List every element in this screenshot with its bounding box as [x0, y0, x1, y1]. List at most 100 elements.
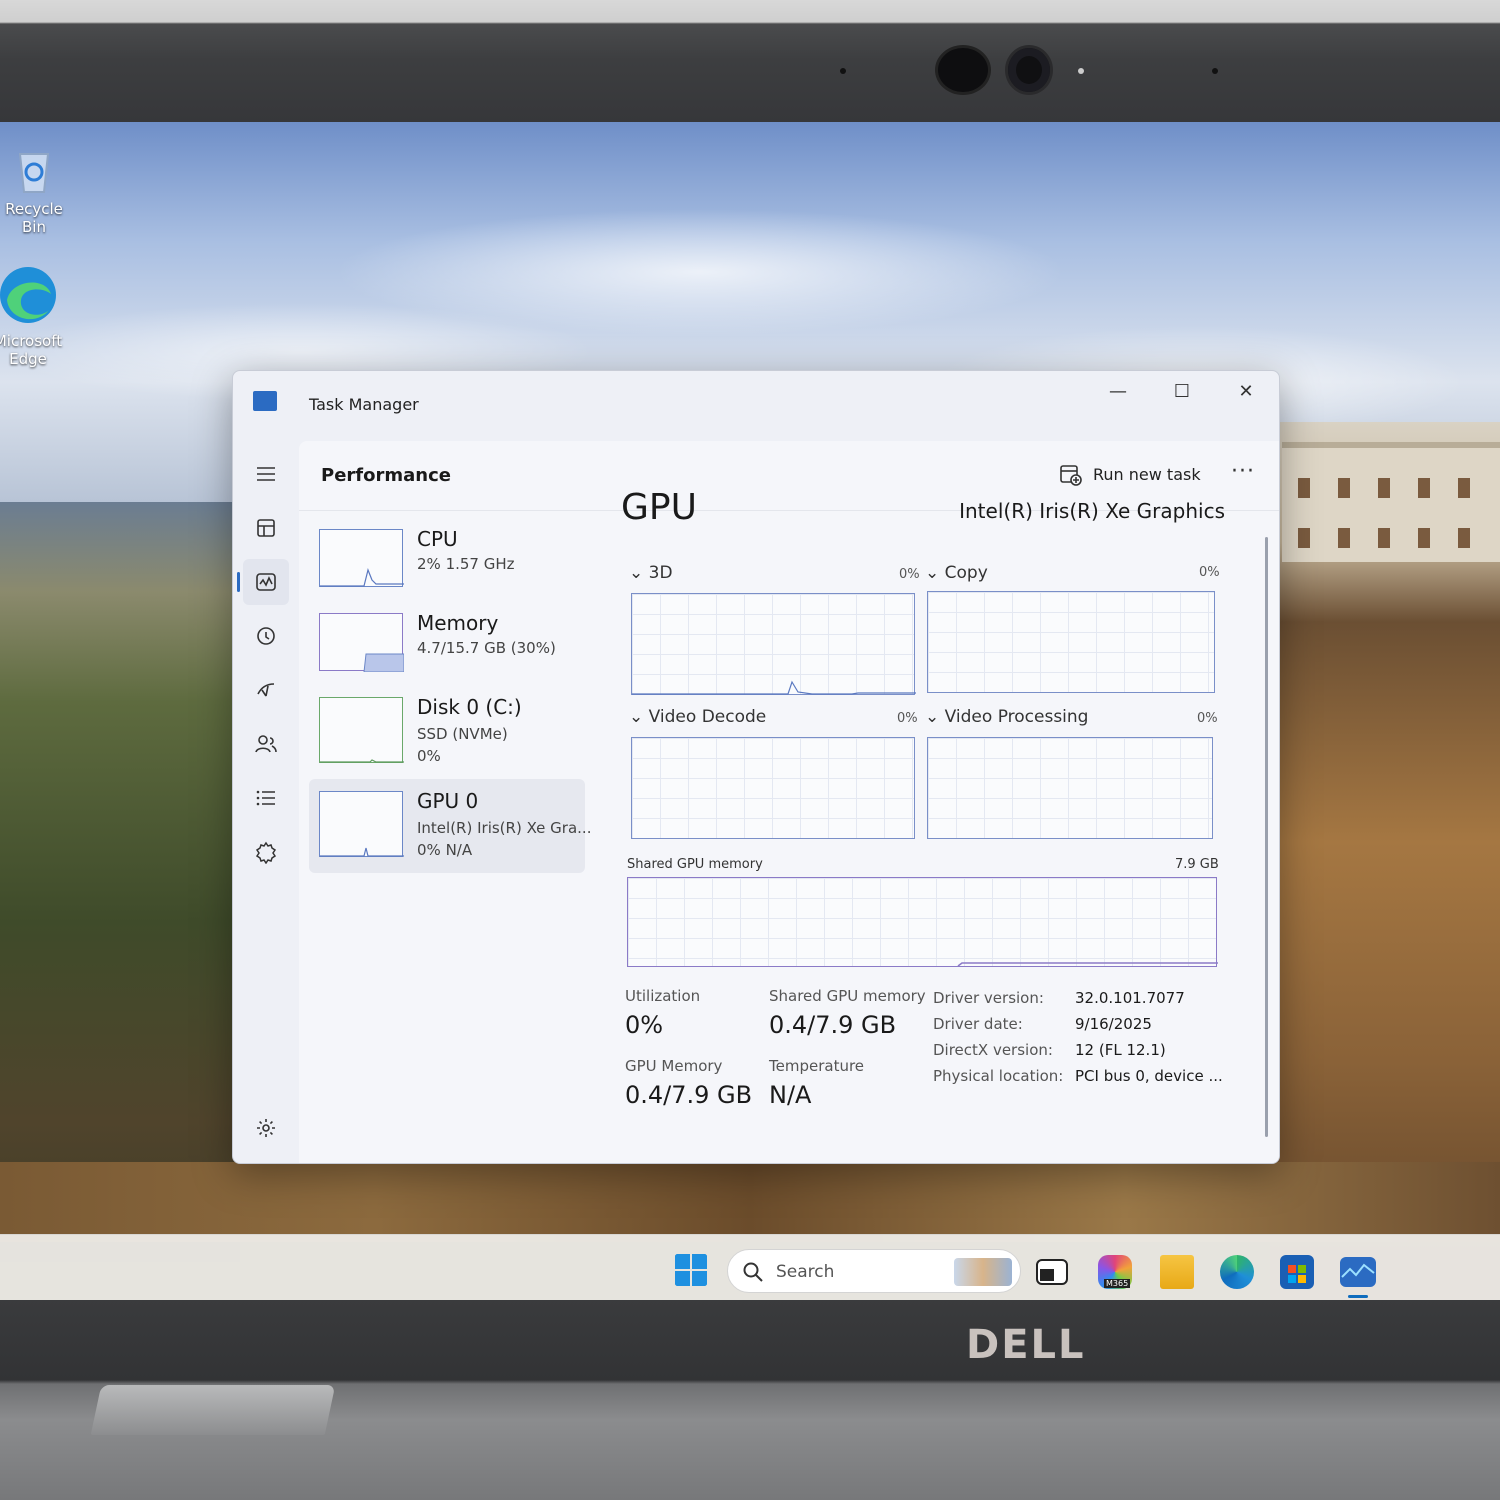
services-icon: [255, 841, 277, 864]
shared-memory-value: 0.4/7.9 GB: [769, 1011, 897, 1039]
engine-label: Video Decode: [648, 707, 767, 727]
physical-location-key: Physical location:: [933, 1067, 1064, 1085]
edge-icon[interactable]: [1220, 1255, 1254, 1289]
desktop-screen: Recycle Bin Microsoft Edge Task Manager …: [0, 122, 1500, 1304]
engine-pct: 0%: [1199, 565, 1220, 580]
gpu-memory-value: 0.4/7.9 GB: [625, 1081, 753, 1109]
m365-badge: M365: [1104, 1279, 1131, 1288]
laptop-hinge: [90, 1385, 336, 1435]
driver-version-key: Driver version:: [933, 989, 1044, 1007]
engine-selector-copy[interactable]: ⌄ Copy: [925, 563, 988, 583]
memory-mini-graph: [319, 613, 405, 673]
maximize-button[interactable]: ☐: [1159, 377, 1205, 407]
window-title: Task Manager: [309, 395, 419, 414]
search-icon: [743, 1262, 763, 1282]
store-icon[interactable]: [1280, 1255, 1314, 1289]
gpu-model-name: Intel(R) Iris(R) Xe Graphics: [959, 499, 1225, 523]
edge-icon: [0, 267, 56, 323]
device-item-disk[interactable]: Disk 0 (C:) SSD (NVMe) 0%: [309, 691, 585, 781]
nav-processes[interactable]: [243, 505, 289, 551]
nav-settings[interactable]: [243, 1105, 289, 1151]
driver-version-value: 32.0.101.7077: [1075, 989, 1185, 1007]
start-icon[interactable]: [674, 1253, 708, 1287]
graph-video-decode: [631, 737, 915, 839]
file-explorer-icon[interactable]: [1160, 1255, 1194, 1289]
wallpaper-hills: [0, 502, 240, 1262]
scrollbar[interactable]: [1265, 537, 1268, 1137]
task-manager-icon[interactable]: [1340, 1257, 1376, 1287]
nav-startup-apps[interactable]: [243, 667, 289, 713]
nav-users[interactable]: [243, 721, 289, 767]
sensor-dot: [840, 68, 846, 74]
directx-version-key: DirectX version:: [933, 1041, 1053, 1059]
device-item-memory[interactable]: Memory 4.7/15.7 GB (30%): [309, 607, 585, 697]
engine-label: Copy: [944, 563, 988, 583]
details-icon: [256, 790, 275, 806]
directx-version-value: 12 (FL 12.1): [1075, 1041, 1166, 1059]
search-highlight-image: [954, 1258, 1012, 1286]
chevron-down-icon: ⌄: [629, 563, 644, 583]
menu-button[interactable]: [243, 451, 289, 497]
graph-shared-gpu-memory: [627, 877, 1218, 967]
users-icon: [255, 735, 277, 753]
graph-3d: [631, 593, 916, 695]
nav-details[interactable]: [243, 775, 289, 821]
page-title: Performance: [321, 465, 451, 486]
wallpaper-rocks: [0, 1162, 1500, 1242]
graph-video-processing: [927, 737, 1213, 839]
webcam-icon: [1008, 48, 1050, 92]
dell-logo: DELL: [966, 1322, 1086, 1368]
nav-services[interactable]: [243, 829, 289, 875]
temperature-value: N/A: [769, 1081, 812, 1109]
performance-page: Performance Run new task ··· CPU 2% 1.57…: [299, 441, 1279, 1163]
desktop-icon-label: Recycle Bin: [5, 200, 63, 236]
title-bar[interactable]: Task Manager — ☐ ✕: [233, 371, 1279, 441]
nav-app-history[interactable]: [243, 613, 289, 659]
engine-pct: 0%: [1197, 711, 1218, 726]
device-name: GPU 0: [417, 789, 479, 813]
engine-pct: 0%: [899, 567, 920, 582]
taskbar: Search M365: [0, 1234, 1500, 1304]
desktop-icon-recycle-bin[interactable]: Recycle Bin: [0, 144, 74, 236]
run-new-task-label: Run new task: [1093, 465, 1201, 484]
sensor-dot: [1212, 68, 1218, 74]
engine-label: Video Processing: [944, 707, 1089, 727]
laptop-bezel-top: [0, 0, 1500, 122]
physical-location-value: PCI bus 0, device ...: [1075, 1067, 1223, 1085]
close-button[interactable]: ✕: [1223, 377, 1269, 407]
engine-selector-video-processing[interactable]: ⌄ Video Processing: [925, 707, 1088, 727]
device-item-gpu[interactable]: GPU 0 Intel(R) Iris(R) Xe Gra... 0% N/A: [309, 779, 591, 873]
device-item-cpu[interactable]: CPU 2% 1.57 GHz: [309, 523, 585, 613]
taskbar-search-box[interactable]: Search: [727, 1249, 1021, 1293]
graph-copy: [927, 591, 1215, 693]
more-options-button[interactable]: ···: [1231, 459, 1255, 484]
gpu-mini-graph: [319, 791, 404, 857]
engine-label: 3D: [648, 563, 673, 583]
task-manager-window[interactable]: Task Manager — ☐ ✕ Performance Run new t…: [232, 370, 1280, 1164]
utilization-value: 0%: [625, 1011, 664, 1039]
device-detail: SSD (NVMe): [417, 725, 508, 743]
chevron-down-icon: ⌄: [925, 563, 940, 583]
chevron-down-icon: ⌄: [629, 707, 644, 727]
engine-selector-video-decode[interactable]: ⌄ Video Decode: [629, 707, 766, 727]
menu-icon: [257, 467, 275, 481]
nav-performance[interactable]: [237, 559, 289, 605]
recycle-bin-icon: [18, 153, 50, 193]
device-name: Disk 0 (C:): [417, 695, 522, 719]
active-app-indicator: [1348, 1295, 1368, 1298]
desktop-icon-label: Microsoft Edge: [0, 332, 63, 368]
app-history-icon: [257, 627, 275, 645]
shared-memory-graph-label: Shared GPU memory: [627, 857, 763, 872]
desktop-icon-edge[interactable]: Microsoft Edge: [0, 264, 68, 368]
gpu-heading: GPU: [621, 487, 697, 528]
cpu-mini-graph: [319, 529, 404, 587]
performance-icon: [256, 573, 276, 591]
engine-selector-3d[interactable]: ⌄ 3D: [629, 563, 673, 583]
driver-date-key: Driver date:: [933, 1015, 1023, 1033]
m365-icon[interactable]: M365: [1098, 1255, 1132, 1289]
minimize-button[interactable]: —: [1095, 377, 1141, 407]
navigation-rail: [233, 441, 299, 1163]
startup-apps-icon: [257, 683, 275, 697]
settings-icon: [257, 1119, 275, 1137]
task-view-icon[interactable]: [1036, 1259, 1068, 1285]
